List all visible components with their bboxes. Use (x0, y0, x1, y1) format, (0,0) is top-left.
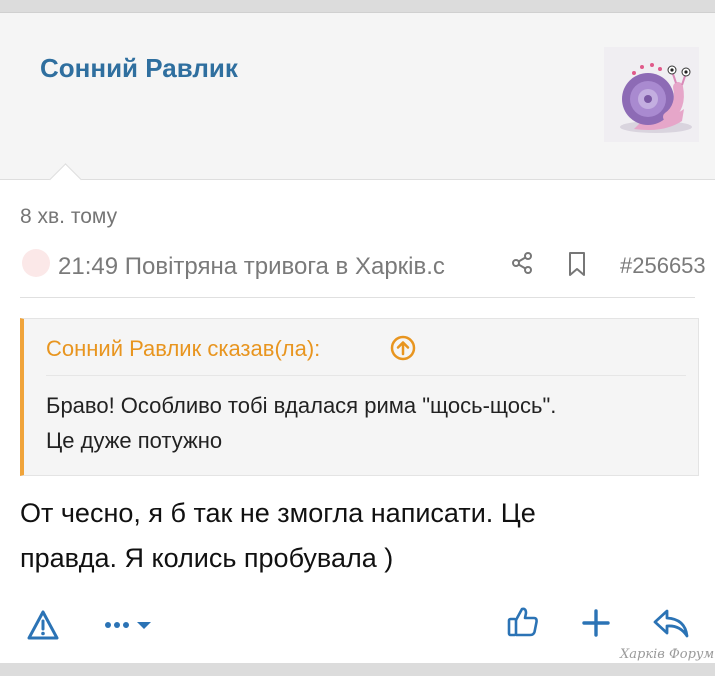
post-actions-bar (0, 601, 715, 651)
quote-block: Сонний Равлик сказав(ла): Браво! Особлив… (20, 318, 699, 476)
bookmark-icon[interactable] (565, 251, 589, 277)
quote-author[interactable]: Сонний Равлик сказав(ла): (46, 336, 320, 362)
user-header: Сонний Равлик (0, 13, 715, 180)
post-timestamp[interactable]: 8 хв. тому (20, 205, 117, 229)
watermark: Харків Форум (620, 647, 715, 662)
divider (20, 297, 695, 298)
message-line: правда. Я колись пробувала ) (20, 543, 394, 573)
thread-meta-row: 21:49 Повітряна тривога в Харків.с #2566… (20, 239, 715, 281)
plus-icon[interactable] (582, 609, 610, 637)
post-card: Сонний Равлик 8 хв. тому 21:49 Повітряна… (0, 12, 715, 663)
message-line: От чесно, я б так не змогла написати. Це (20, 498, 536, 528)
thread-prefix-icon (22, 249, 50, 277)
share-icon[interactable] (510, 251, 534, 275)
quote-text-line: Це дуже потужно (46, 428, 223, 453)
snail-avatar-image (604, 47, 699, 142)
reply-icon[interactable] (652, 607, 690, 639)
post-message: От чесно, я б так не змогла написати. Це… (20, 491, 700, 581)
quote-text: Браво! Особливо тобі вдалася рима "щось-… (46, 375, 686, 458)
username-link[interactable]: Сонний Равлик (40, 53, 238, 84)
quote-text-line: Браво! Особливо тобі вдалася рима "щось-… (46, 393, 557, 418)
thread-title-link[interactable]: 21:49 Повітряна тривога в Харків.с (58, 253, 488, 281)
thumbs-up-icon[interactable] (506, 605, 540, 639)
more-options-icon[interactable] (104, 615, 154, 635)
warning-icon[interactable] (26, 609, 60, 641)
post-number-link[interactable]: #256653 (620, 253, 715, 279)
arrow-up-circle-icon[interactable] (390, 335, 416, 361)
avatar[interactable] (604, 47, 699, 142)
